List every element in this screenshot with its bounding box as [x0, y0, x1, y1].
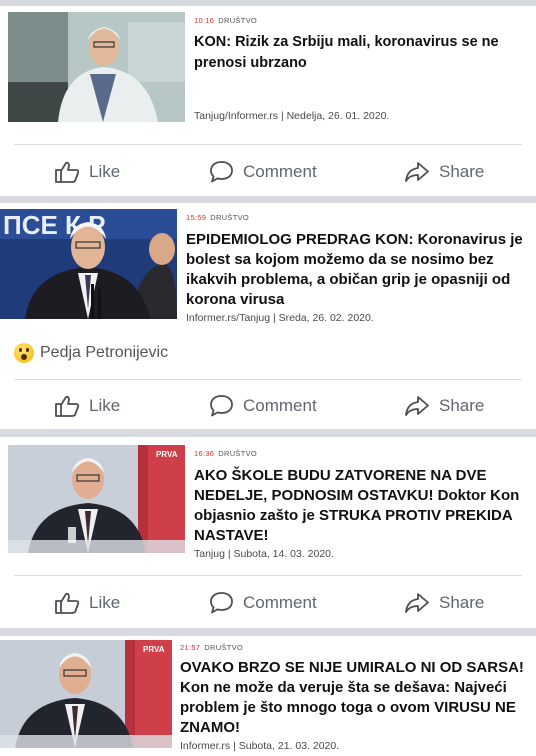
share-button[interactable]: Share: [404, 583, 484, 623]
surprised-emoji-icon: [14, 343, 34, 363]
comment-icon: [210, 592, 233, 614]
news-post: 10:16 DRUŠTVO KON: Rizik za Srbiju mali, …: [0, 6, 536, 196]
share-icon: [405, 593, 429, 613]
like-button[interactable]: Like: [54, 386, 120, 426]
news-post: PRVA 21:57 DRUŠTVO OVAKO BRZO SE NIJE UMI…: [0, 636, 536, 756]
post-time: 16:36: [194, 449, 215, 458]
comment-label: Comment: [243, 396, 317, 415]
action-bar: Like Comment Share: [0, 386, 536, 426]
share-label: Share: [439, 162, 485, 181]
post-source: Informer.rs/Tanjug | Sreda, 26. 02. 2020…: [186, 312, 374, 324]
comment-label: Comment: [243, 593, 317, 612]
post-source: Tanjug/Informer.rs | Nedelja, 26. 01. 20…: [194, 110, 390, 122]
like-label: Like: [89, 593, 121, 612]
thumbs-up-icon: [55, 395, 80, 417]
channel-logo: PRVA: [143, 645, 165, 654]
post-meta: 10:16 DRUŠTVO: [194, 16, 257, 25]
like-label: Like: [89, 396, 121, 415]
post-category: DRUŠTVO: [218, 16, 258, 25]
post-headline[interactable]: KON: Rizik za Srbiju mali, koronavirus s…: [194, 32, 529, 74]
thumbs-up-icon: [55, 592, 80, 614]
divider: [14, 379, 522, 380]
post-source: Informer.rs | Subota, 21. 03. 2020.: [180, 740, 340, 752]
like-button[interactable]: Like: [54, 152, 120, 192]
post-meta: 15:59 DRUŠTVO: [186, 213, 249, 222]
like-label: Like: [89, 162, 121, 181]
comment-button[interactable]: Comment: [209, 386, 317, 426]
post-category: DRUŠTVO: [210, 213, 250, 222]
post-time: 21:57: [180, 643, 201, 652]
share-button[interactable]: Share: [404, 386, 484, 426]
post-time: 10:16: [194, 16, 215, 25]
share-label: Share: [439, 593, 485, 612]
comment-icon: [210, 161, 233, 183]
comment-label: Comment: [243, 162, 317, 181]
post-category: DRUŠTVO: [218, 449, 258, 458]
share-button[interactable]: Share: [404, 152, 484, 192]
post-source: Tanjug | Subota, 14. 03. 2020.: [194, 548, 334, 560]
post-thumbnail[interactable]: PRVA: [8, 445, 185, 553]
post-thumbnail[interactable]: ПСЕ К Р: [0, 209, 177, 319]
divider: [14, 575, 522, 576]
divider: [14, 144, 522, 145]
action-bar: Like Comment Share: [0, 583, 536, 623]
share-label: Share: [439, 396, 485, 415]
like-button[interactable]: Like: [54, 583, 120, 623]
thumbs-up-icon: [55, 161, 80, 183]
commenter-row: Pedja Petronijevic: [14, 343, 168, 363]
post-category: DRUŠTVO: [204, 643, 244, 652]
post-headline[interactable]: AKO ŠKOLE BUDU ZATVORENE NA DVE NEDELJE,…: [194, 466, 531, 546]
post-headline[interactable]: EPIDEMIOLOG PREDRAG KON: Koronavirus je …: [186, 230, 531, 310]
action-bar: Like Comment Share: [0, 152, 536, 192]
post-meta: 16:36 DRUŠTVO: [194, 449, 257, 458]
channel-logo: PRVA: [156, 450, 178, 459]
post-time: 15:59: [186, 213, 207, 222]
post-headline[interactable]: OVAKO BRZO SE NIJE UMIRALO NI OD SARSA! …: [180, 658, 532, 738]
comment-icon: [210, 395, 233, 417]
comment-button[interactable]: Comment: [209, 583, 317, 623]
commenter-name[interactable]: Pedja Petronijevic: [40, 344, 168, 362]
post-thumbnail[interactable]: PRVA: [0, 640, 172, 748]
news-post: ПСЕ К Р 15:59 DRUŠTVO EPIDEMIOLOG PREDRAG…: [0, 203, 536, 429]
share-icon: [405, 396, 429, 416]
share-icon: [405, 162, 429, 182]
post-meta: 21:57 DRUŠTVO: [180, 643, 243, 652]
post-thumbnail[interactable]: [8, 12, 185, 122]
comment-button[interactable]: Comment: [209, 152, 317, 192]
news-post: PRVA 16:36 DRUŠTVO AKO ŠKOLE BUDU ZATVORE…: [0, 437, 536, 628]
